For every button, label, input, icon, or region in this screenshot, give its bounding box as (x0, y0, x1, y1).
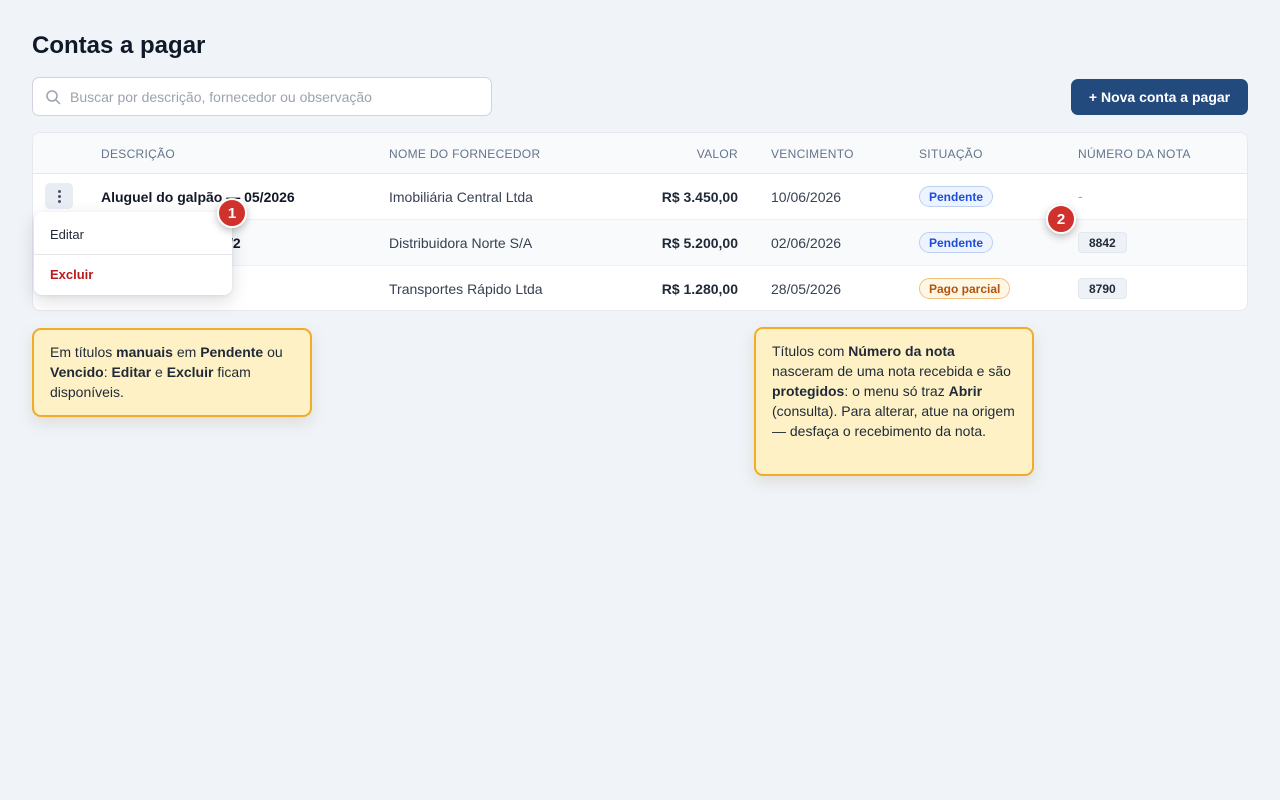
row-actions-button[interactable] (45, 183, 73, 209)
page-title: Contas a pagar (32, 32, 206, 59)
header-vencimento: VENCIMENTO (771, 147, 854, 161)
invoice-number-chip: 8790 (1078, 278, 1127, 299)
menu-divider (34, 254, 232, 255)
cell-nota: - (1078, 188, 1083, 204)
step-marker-1: 1 (217, 198, 247, 228)
status-badge: Pendente (919, 186, 994, 207)
status-badge: Pendente (919, 232, 994, 253)
search-icon (46, 89, 61, 104)
new-payable-button[interactable]: + Nova conta a pagar (1071, 79, 1248, 115)
cell-vencimento: 02/06/2026 (771, 235, 842, 251)
cell-valor: R$ 1.280,00 (661, 281, 738, 297)
header-fornecedor: NOME DO FORNECEDOR (389, 147, 541, 161)
cell-fornecedor: Imobiliária Central Ltda (389, 189, 533, 205)
table-header: DESCRIÇÃO NOME DO FORNECEDOR VALOR VENCI… (33, 133, 1247, 174)
header-descricao: DESCRIÇÃO (101, 147, 176, 161)
status-badge: Pago parcial (919, 278, 1011, 299)
cell-vencimento: 28/05/2026 (771, 281, 842, 297)
invoice-number-chip: 8842 (1078, 232, 1127, 253)
callout-manual-titles: Em títulos manuais em Pendente ou Vencid… (32, 328, 312, 417)
cell-fornecedor: Distribuidora Norte S/A (389, 235, 533, 251)
more-vertical-icon (57, 189, 61, 203)
menu-item-edit[interactable]: Editar (50, 227, 84, 242)
cell-vencimento: 10/06/2026 (771, 189, 842, 205)
cell-fornecedor: Transportes Rápido Ltda (389, 281, 543, 297)
header-nota: NÚMERO DA NOTA (1078, 147, 1191, 161)
callout-protected-titles: Títulos com Número da nota nasceram de u… (754, 327, 1034, 476)
cell-descricao: Aluguel do galpão — 05/2026 (101, 189, 295, 205)
step-marker-2: 2 (1046, 204, 1076, 234)
search-input[interactable] (70, 88, 491, 105)
cell-valor: R$ 3.450,00 (661, 189, 738, 205)
cell-valor: R$ 5.200,00 (661, 235, 738, 251)
menu-item-delete[interactable]: Excluir (50, 267, 93, 282)
header-situacao: SITUAÇÃO (919, 147, 983, 161)
header-valor: VALOR (696, 147, 738, 161)
row-actions-menu: Editar Excluir (34, 212, 232, 295)
search-box[interactable] (32, 77, 492, 116)
